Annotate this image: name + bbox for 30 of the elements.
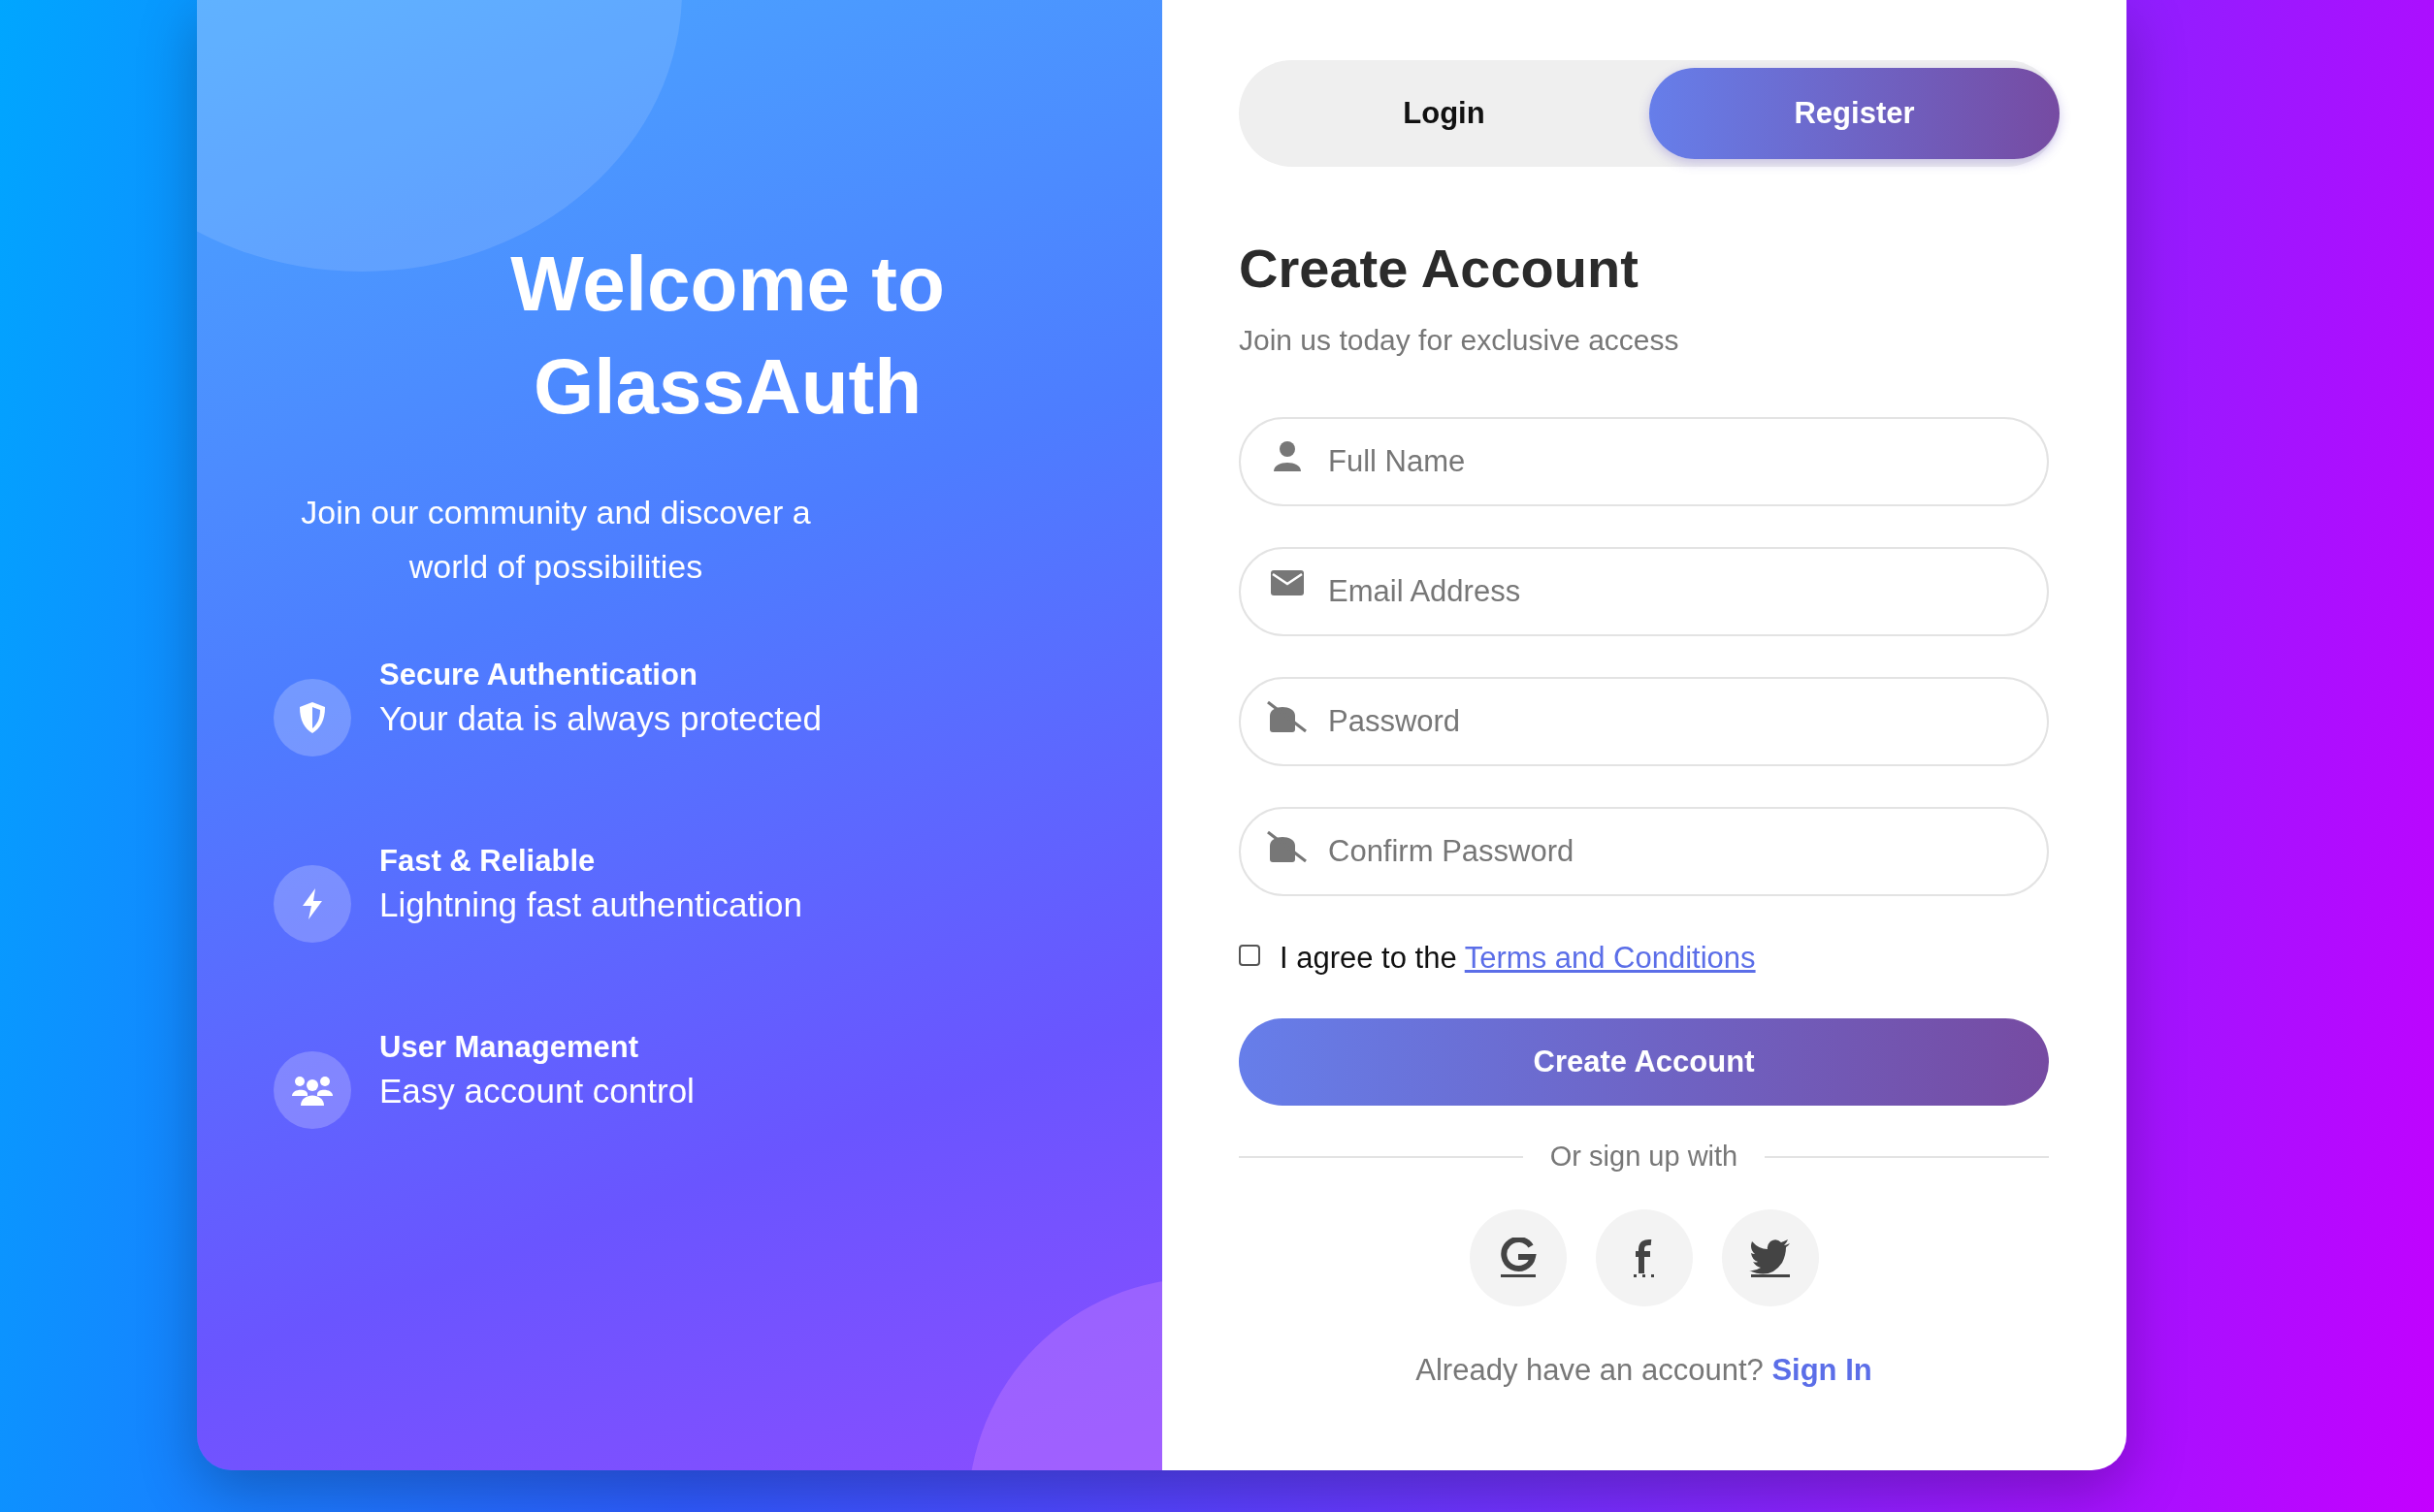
form-subtitle: Join us today for exclusive access xyxy=(1239,324,1680,357)
twitter-bird-icon xyxy=(1748,1238,1792,1278)
lightning-icon xyxy=(300,887,325,920)
welcome-heading: Welcome to GlassAuth xyxy=(509,240,946,432)
feature-description: Lightning fast authentication xyxy=(379,885,802,925)
person-icon xyxy=(1273,440,1302,471)
envelope-icon xyxy=(1271,570,1304,595)
create-account-button[interactable]: Create Account xyxy=(1239,1018,2049,1106)
form-heading: Create Account xyxy=(1239,237,1639,301)
shield-icon xyxy=(298,701,327,734)
terms-link[interactable]: Terms and Conditions xyxy=(1464,941,1756,975)
feature-description: Easy account control xyxy=(379,1071,695,1111)
sign-in-link[interactable]: Sign In xyxy=(1771,1353,1872,1387)
input-field[interactable]: Full Name xyxy=(1239,417,2049,506)
feature-title: User Management xyxy=(379,1029,640,1066)
feature-title: Secure Authentication xyxy=(379,657,698,693)
feature-description: Your data is always protected xyxy=(379,698,822,739)
auth-tab[interactable]: Register xyxy=(1649,68,2060,159)
users-icon xyxy=(292,1075,333,1106)
google-icon xyxy=(1498,1238,1538,1278)
divider-text: Or sign up with xyxy=(1549,1141,1738,1173)
agree-text: I agree to the Terms and Conditions xyxy=(1280,941,1756,976)
input-field[interactable]: Confirm Password xyxy=(1239,807,2049,896)
terms-checkbox[interactable] xyxy=(1239,945,1260,966)
sign-in-prompt: Already have an account? Sign In xyxy=(1415,1353,1872,1387)
welcome-subtitle: Join our community and discover a world of possibilities xyxy=(300,493,812,587)
feature-title: Fast & Reliable xyxy=(379,843,597,880)
input-field[interactable]: Password xyxy=(1239,677,2049,766)
input-field[interactable]: Email Address xyxy=(1239,547,2049,636)
auth-tab[interactable]: Login xyxy=(1239,68,1649,159)
